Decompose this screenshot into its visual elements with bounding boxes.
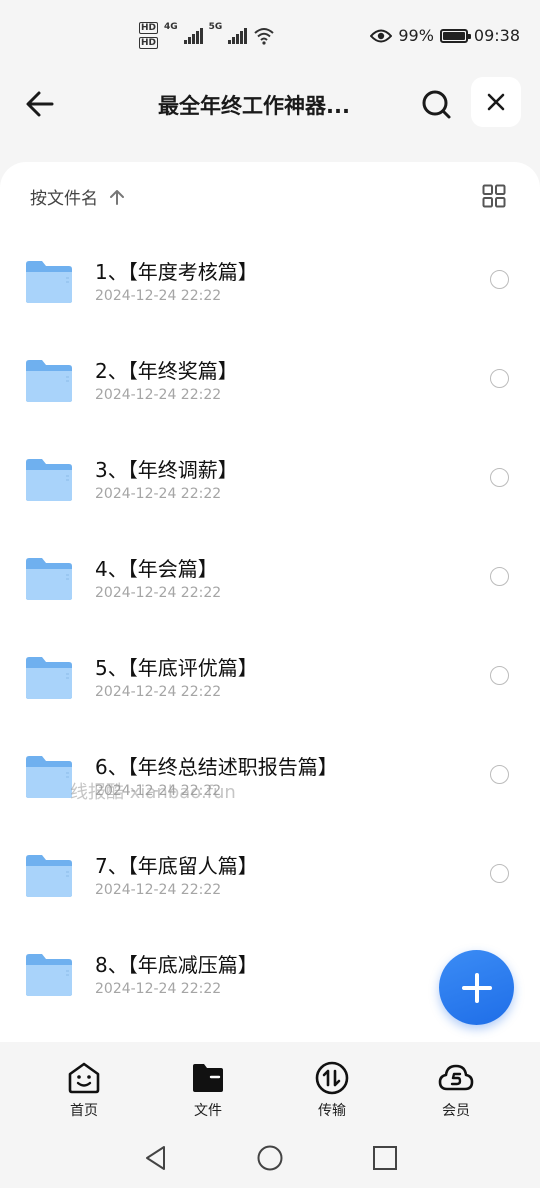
network-indicators: HD HD 4G 5G: [139, 22, 275, 49]
folder-filled-icon: [193, 1064, 223, 1092]
folder-icon: [26, 558, 72, 600]
file-list: 1、【年度考核篇】 2024-12-24 22:22 2、【年终奖篇】 2024…: [0, 230, 540, 1022]
tab-vip[interactable]: 会员: [416, 1060, 496, 1120]
tab-transfer[interactable]: 传输: [292, 1060, 372, 1120]
select-radio[interactable]: [490, 270, 509, 289]
file-date: 2024-12-24 22:22: [95, 486, 222, 502]
file-name: 4、【年会篇】: [95, 557, 218, 581]
folder-icon: [26, 261, 72, 303]
system-recents-button[interactable]: [371, 1144, 399, 1172]
folder-icon: [26, 855, 72, 897]
select-radio[interactable]: [490, 864, 509, 883]
add-button[interactable]: [439, 950, 514, 1025]
status-bar: HD HD 4G 5G 99% 09:38: [0, 0, 540, 72]
tab-home[interactable]: 首页: [44, 1060, 124, 1120]
tab-label: 会员: [442, 1103, 470, 1119]
signal-icon: [183, 27, 203, 44]
system-nav-bar: [0, 1130, 540, 1188]
transfer-icon: [315, 1061, 349, 1095]
network-type-label: 4G: [164, 22, 178, 32]
file-name: 8、【年底减压篇】: [95, 953, 258, 977]
folder-icon: [26, 657, 72, 699]
list-item[interactable]: 7、【年底留人篇】 2024-12-24 22:22: [0, 824, 540, 923]
home-smile-icon: [68, 1062, 100, 1094]
sort-control[interactable]: 按文件名: [30, 184, 126, 209]
battery-icon: [439, 28, 471, 43]
file-date: 2024-12-24 22:22: [95, 684, 222, 700]
list-item[interactable]: 5、【年底评优篇】 2024-12-24 22:22: [0, 626, 540, 725]
file-name: 5、【年底评优篇】: [95, 656, 258, 680]
tab-label: 首页: [70, 1103, 98, 1119]
hd-badge: HD: [139, 22, 159, 34]
file-date: 2024-12-24 22:22: [95, 981, 222, 997]
close-icon: [487, 93, 505, 111]
search-button[interactable]: [418, 86, 454, 122]
signal-icon: [228, 27, 248, 44]
circle-home-icon: [257, 1145, 283, 1171]
select-radio[interactable]: [490, 369, 509, 388]
clock: 09:38: [473, 26, 520, 45]
tab-label: 文件: [194, 1103, 222, 1119]
list-item[interactable]: 2、【年终奖篇】 2024-12-24 22:22: [0, 329, 540, 428]
select-radio[interactable]: [490, 765, 509, 784]
file-name: 7、【年底留人篇】: [95, 854, 258, 878]
back-button[interactable]: [22, 86, 58, 122]
file-name: 1、【年度考核篇】: [95, 260, 258, 284]
file-list-panel: 按文件名 1、【年度考核篇】 2024-12-24 22:22 2、【年终奖篇】…: [0, 162, 540, 1042]
close-button[interactable]: [471, 77, 521, 127]
title-bar: 最全年终工作神器...: [0, 72, 540, 136]
wifi-icon: [254, 27, 274, 45]
page-title: 最全年终工作神器...: [158, 94, 350, 118]
file-date: 2024-12-24 22:22: [95, 387, 222, 403]
list-item[interactable]: 6、【年终总结述职报告篇】 2024-12-24 22:22: [0, 725, 540, 824]
cloud-vip-icon: [438, 1064, 474, 1091]
square-recents-icon: [373, 1146, 397, 1170]
system-home-button[interactable]: [256, 1144, 284, 1172]
folder-icon: [26, 954, 72, 996]
file-date: 2024-12-24 22:22: [95, 288, 222, 304]
network-type-label: 5G: [208, 22, 223, 32]
select-radio[interactable]: [490, 666, 509, 685]
hd-badge: HD: [139, 37, 159, 49]
folder-icon: [26, 360, 72, 402]
sort-label: 按文件名: [30, 189, 98, 209]
grid-icon: [482, 184, 506, 208]
search-icon: [422, 90, 451, 119]
list-item[interactable]: 1、【年度考核篇】 2024-12-24 22:22: [0, 230, 540, 329]
list-item[interactable]: 4、【年会篇】 2024-12-24 22:22: [0, 527, 540, 626]
tab-label: 传输: [318, 1103, 346, 1119]
plus-icon: [461, 972, 492, 1003]
grid-view-button[interactable]: [482, 184, 506, 208]
folder-icon: [26, 459, 72, 501]
watermark: 线报酷 xianbao.fun: [70, 782, 236, 803]
select-radio[interactable]: [490, 567, 509, 586]
file-name: 6、【年终总结述职报告篇】: [95, 755, 338, 779]
file-name: 2、【年终奖篇】: [95, 359, 238, 383]
arrow-left-icon: [26, 91, 54, 117]
battery-percent: 99%: [398, 26, 434, 45]
triangle-back-icon: [146, 1146, 165, 1170]
eye-icon: [370, 29, 393, 42]
file-date: 2024-12-24 22:22: [95, 585, 222, 601]
tab-files[interactable]: 文件: [168, 1060, 248, 1120]
arrow-up-icon: [110, 189, 124, 205]
folder-icon: [26, 756, 72, 798]
list-item[interactable]: 3、【年终调薪】 2024-12-24 22:22: [0, 428, 540, 527]
bottom-nav: 首页 文件 传输 会员: [0, 1042, 540, 1130]
file-name: 3、【年终调薪】: [95, 458, 238, 482]
system-back-button[interactable]: [142, 1144, 170, 1172]
file-date: 2024-12-24 22:22: [95, 882, 222, 898]
select-radio[interactable]: [490, 468, 509, 487]
